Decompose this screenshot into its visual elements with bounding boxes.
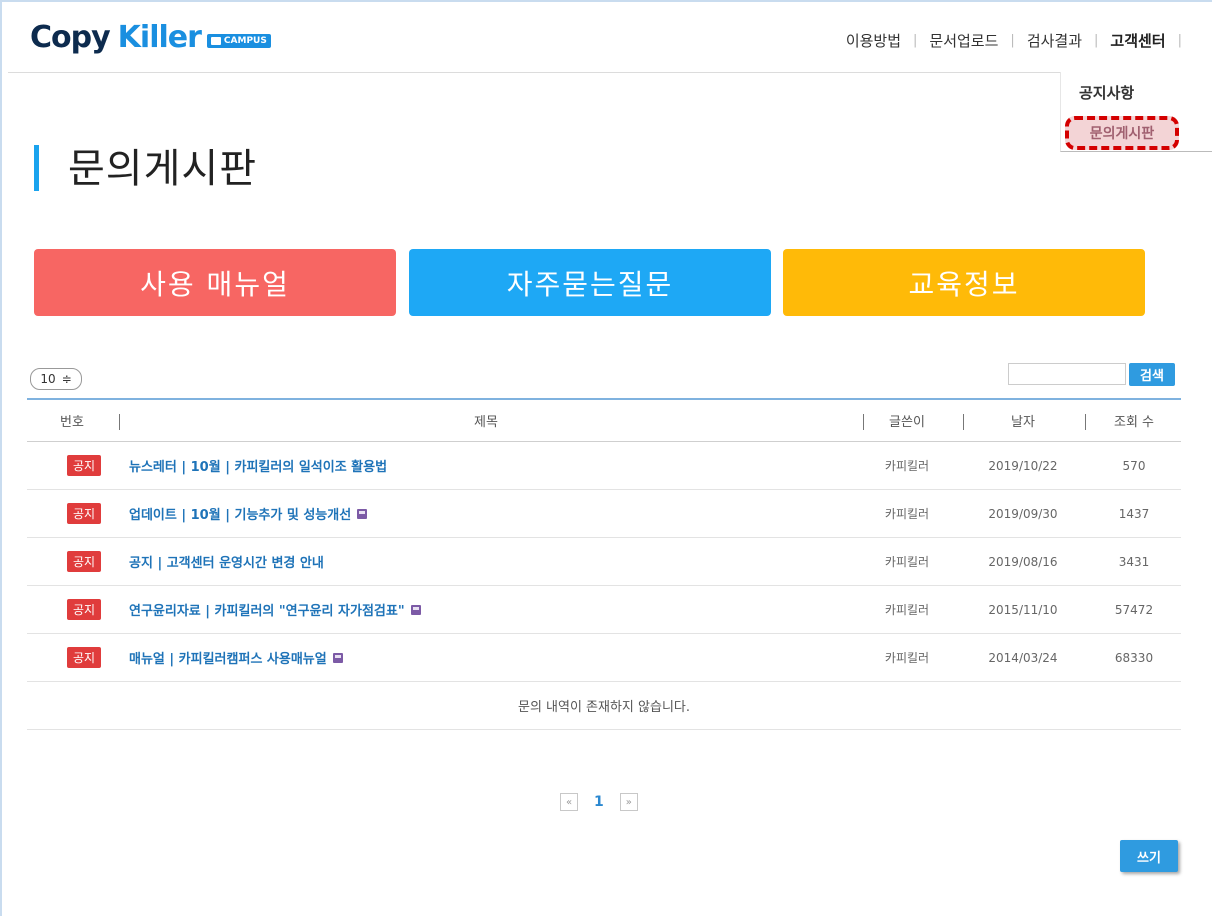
header-separator (1085, 414, 1086, 430)
customer-center-submenu: 공지사항 문의게시판 (1060, 72, 1212, 152)
row-writer: 카피킬러 (884, 507, 930, 521)
title-accent-bar (34, 145, 39, 191)
row-date: 2014/03/24 (988, 650, 1058, 665)
logo-copy-text: Copy (30, 20, 111, 55)
nav-upload[interactable]: 문서업로드 (917, 30, 1010, 51)
row-title-link[interactable]: 뉴스레터 | 10월 | 카피킬러의 일석이조 활용법 (117, 456, 855, 475)
row-views: 1437 (1118, 506, 1150, 521)
attachment-icon (357, 508, 368, 519)
row-writer: 카피킬러 (884, 555, 930, 569)
empty-message: 문의 내역이 존재하지 않습니다. (27, 682, 1181, 730)
per-page-value: 10 (40, 372, 56, 386)
header-date: 날자 (1011, 415, 1035, 430)
attachment-icon (332, 652, 343, 663)
row-title-link[interactable]: 업데이트 | 10월 | 기능추가 및 성능개선 (117, 504, 855, 523)
logo-killer-text: Killer (117, 20, 202, 55)
per-page-select[interactable]: 10 ≑ (30, 368, 82, 390)
header-views: 조회 수 (1113, 415, 1154, 430)
header-separator (119, 414, 120, 430)
header-writer: 글쓴이 (889, 415, 925, 430)
top-navigation: 이용방법 | 문서업로드 | 검사결과 | 고객센터 | (834, 30, 1182, 51)
row-date: 2019/09/30 (988, 506, 1058, 521)
notice-badge: 공지 (66, 647, 102, 668)
header-title: 제목 (474, 415, 498, 430)
row-number-cell: 공지 (27, 551, 117, 572)
row-number-cell: 공지 (27, 503, 117, 524)
copykiller-logo[interactable]: Copy Killer CAMPUS (30, 20, 271, 55)
table-row: 공지 연구윤리자료 | 카피킬러의 "연구윤리 자가점검표" 카피킬러 2015… (27, 586, 1181, 634)
row-number-cell: 공지 (27, 647, 117, 668)
nav-customer-center[interactable]: 고객센터 (1098, 30, 1177, 51)
nav-results[interactable]: 검사결과 (1015, 30, 1094, 51)
row-title-text: 공지 | 고객센터 운영시간 변경 안내 (129, 556, 324, 571)
row-title-link[interactable]: 연구윤리자료 | 카피킬러의 "연구윤리 자가점검표" (117, 600, 855, 619)
table-header: 번호 제목 글쓴이 날자 조회 수 (27, 398, 1181, 442)
row-views: 3431 (1118, 554, 1150, 569)
write-button[interactable]: 쓰기 (1120, 840, 1178, 872)
search-button[interactable]: 검색 (1129, 363, 1175, 386)
select-arrows-icon: ≑ (61, 372, 72, 386)
attachment-icon (410, 604, 421, 615)
nav-usage[interactable]: 이용방법 (834, 30, 913, 51)
pagination: « 1 » (560, 793, 638, 811)
inquiry-table: 번호 제목 글쓴이 날자 조회 수 공지 뉴스레터 | 10월 | 카피킬러의 … (27, 398, 1181, 730)
campus-badge: CAMPUS (206, 33, 271, 48)
row-number-cell: 공지 (27, 455, 117, 476)
row-writer: 카피킬러 (884, 603, 930, 617)
campus-cap-icon (210, 36, 221, 45)
header-no: 번호 (60, 415, 84, 430)
table-row: 공지 뉴스레터 | 10월 | 카피킬러의 일석이조 활용법 카피킬러 2019… (27, 442, 1181, 490)
campus-badge-label: CAMPUS (223, 35, 267, 46)
row-views: 570 (1122, 458, 1146, 473)
row-title-text: 연구윤리자료 | 카피킬러의 "연구윤리 자가점검표" (129, 604, 405, 619)
faq-button[interactable]: 자주묻는질문 (409, 249, 771, 316)
notice-badge: 공지 (66, 455, 102, 476)
row-title-link[interactable]: 공지 | 고객센터 운영시간 변경 안내 (117, 552, 855, 571)
table-row: 공지 업데이트 | 10월 | 기능추가 및 성능개선 카피킬러 2019/09… (27, 490, 1181, 538)
row-date: 2015/11/10 (988, 602, 1058, 617)
submenu-notices[interactable]: 공지사항 (1079, 82, 1134, 103)
submenu-inquiry-board[interactable]: 문의게시판 (1065, 116, 1179, 150)
prev-page-button[interactable]: « (560, 793, 578, 811)
search-input[interactable] (1008, 363, 1126, 385)
user-manual-button[interactable]: 사용 매뉴얼 (34, 249, 396, 316)
notice-badge: 공지 (66, 599, 102, 620)
page-number-1[interactable]: 1 (594, 794, 604, 810)
header-separator (863, 414, 864, 430)
nav-separator: | (1177, 33, 1182, 48)
notice-badge: 공지 (66, 503, 102, 524)
row-writer: 카피킬러 (884, 651, 930, 665)
notice-badge: 공지 (66, 551, 102, 572)
row-writer: 카피킬러 (884, 459, 930, 473)
row-date: 2019/10/22 (988, 458, 1058, 473)
header-divider (8, 72, 1212, 73)
row-views: 68330 (1114, 650, 1154, 665)
page-title: 문의게시판 (68, 146, 257, 192)
education-info-button[interactable]: 교육정보 (783, 249, 1145, 316)
next-page-button[interactable]: » (619, 793, 638, 811)
table-row: 공지 공지 | 고객센터 운영시간 변경 안내 카피킬러 2019/08/16 … (27, 538, 1181, 586)
row-views: 57472 (1114, 602, 1154, 617)
row-title-text: 뉴스레터 | 10월 | 카피킬러의 일석이조 활용법 (129, 460, 388, 475)
row-number-cell: 공지 (27, 599, 117, 620)
header-separator (963, 414, 964, 430)
row-title-text: 업데이트 | 10월 | 기능추가 및 성능개선 (129, 508, 352, 523)
row-title-text: 매뉴얼 | 카피킬러캠퍼스 사용매뉴얼 (129, 652, 327, 667)
table-row: 공지 매뉴얼 | 카피킬러캠퍼스 사용매뉴얼 카피킬러 2014/03/24 6… (27, 634, 1181, 682)
row-title-link[interactable]: 매뉴얼 | 카피킬러캠퍼스 사용매뉴얼 (117, 648, 855, 667)
row-date: 2019/08/16 (988, 554, 1058, 569)
